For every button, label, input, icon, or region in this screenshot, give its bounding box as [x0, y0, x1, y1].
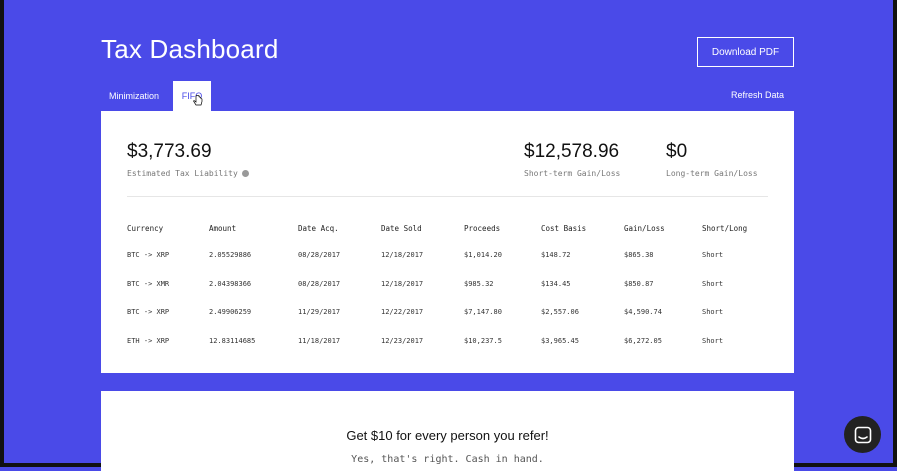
table-header-row: Currency Amount Date Acq. Date Sold Proc… — [127, 215, 777, 241]
long-term-metric: $0 Long-term Gain/Loss — [666, 141, 758, 178]
table-row: ETH -> XRP 12.83114685 11/18/2017 12/23/… — [127, 327, 777, 356]
table-cell: 2.49906259 — [209, 308, 252, 317]
table-cell: 08/28/2017 — [298, 279, 341, 288]
table-row: BTC -> XRP 2.05529886 08/28/2017 12/18/2… — [127, 241, 777, 270]
chat-icon — [854, 426, 871, 443]
table-cell: 2.04398366 — [209, 279, 252, 288]
tax-liability-metric: $3,773.69 Estimated Tax Liability — [127, 141, 249, 178]
table-cell: BTC -> XRP — [127, 308, 170, 317]
column-header: Cost Basis — [541, 223, 587, 233]
table-cell: 12/18/2017 — [381, 251, 424, 260]
table-cell: $134.45 — [541, 279, 571, 288]
table-cell: Short — [702, 336, 724, 345]
referral-title: Get $10 for every person you refer! — [346, 428, 549, 443]
table-cell: $6,272.05 — [624, 336, 662, 345]
column-header: Short/Long — [702, 223, 748, 233]
column-header: Date Sold — [381, 223, 422, 233]
referral-card: Get $10 for every person you refer! Yes,… — [101, 391, 794, 471]
table-cell: $10,237.5 — [464, 336, 502, 345]
table-row: BTC -> XMR 2.04398366 08/28/2017 12/18/2… — [127, 270, 777, 299]
download-pdf-button[interactable]: Download PDF — [697, 37, 794, 67]
summary-card: $3,773.69 Estimated Tax Liability $12,57… — [101, 111, 794, 373]
refresh-data-link[interactable]: Refresh Data — [731, 90, 784, 100]
tax-liability-value: $3,773.69 — [127, 141, 212, 162]
table-cell: 08/28/2017 — [298, 251, 341, 260]
table-cell: 12/18/2017 — [381, 279, 424, 288]
table-cell: $4,590.74 — [624, 308, 662, 317]
info-icon[interactable] — [241, 170, 249, 177]
table-cell: Short — [702, 251, 724, 260]
table-cell: $985.32 — [464, 279, 494, 288]
table-cell: $2,557.06 — [541, 308, 579, 317]
tab-minimization[interactable]: Minimization — [101, 81, 167, 111]
hand-pointer-icon — [193, 95, 203, 106]
table-row: BTC -> XRP 2.49906259 11/29/2017 12/22/2… — [127, 298, 777, 327]
table-cell: $3,965.45 — [541, 336, 579, 345]
table-cell: BTC -> XRP — [127, 251, 170, 260]
table-cell: 2.05529886 — [209, 251, 252, 260]
long-term-value: $0 — [666, 141, 688, 162]
table-cell: 11/29/2017 — [298, 308, 341, 317]
table-cell: Short — [702, 308, 724, 317]
page-title: Tax Dashboard — [101, 34, 279, 64]
long-term-label: Long-term Gain/Loss — [666, 169, 758, 178]
short-term-metric: $12,578.96 Short-term Gain/Loss — [524, 141, 620, 178]
table-cell: $850.87 — [624, 279, 654, 288]
column-header: Gain/Loss — [624, 223, 665, 233]
table-cell: 12.83114685 — [209, 336, 256, 345]
column-header: Date Acq. — [298, 223, 339, 233]
table-cell: $148.72 — [541, 251, 571, 260]
chat-button[interactable] — [844, 416, 881, 453]
table-cell: 12/22/2017 — [381, 308, 424, 317]
table-cell: ETH -> XRP — [127, 336, 170, 345]
table-cell: $7,147.80 — [464, 308, 502, 317]
table-cell: $1,014.20 — [464, 251, 502, 260]
short-term-label: Short-term Gain/Loss — [524, 169, 621, 178]
table-cell: BTC -> XMR — [127, 279, 170, 288]
transactions-table: Currency Amount Date Acq. Date Sold Proc… — [127, 215, 777, 355]
table-cell: 11/18/2017 — [298, 336, 341, 345]
referral-subtitle: Yes, that's right. Cash in hand. — [351, 454, 544, 465]
table-cell: Short — [702, 279, 724, 288]
tax-liability-label: Estimated Tax Liability — [127, 169, 238, 178]
table-cell: $865.38 — [624, 251, 654, 260]
column-header: Amount — [209, 223, 237, 233]
table-cell: 12/23/2017 — [381, 336, 424, 345]
divider — [127, 196, 768, 197]
short-term-value: $12,578.96 — [524, 141, 620, 162]
column-header: Proceeds — [464, 223, 501, 233]
column-header: Currency — [127, 223, 164, 233]
